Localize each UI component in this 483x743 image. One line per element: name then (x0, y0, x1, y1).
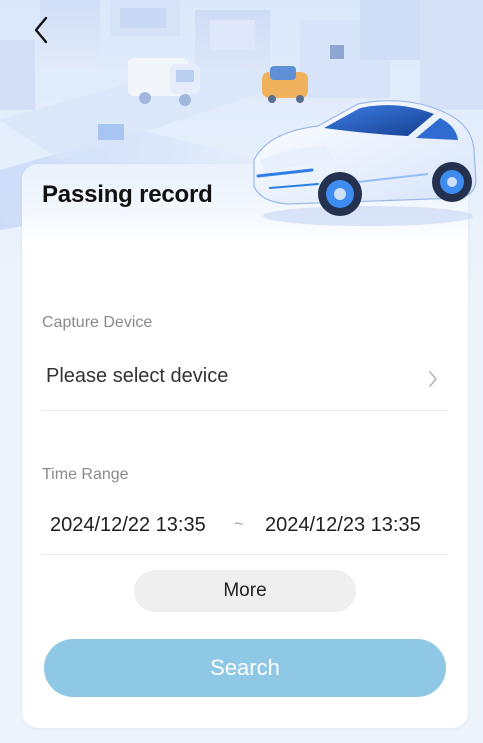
chevron-right-icon (429, 371, 437, 387)
form-card: Passing record Capture Device Please sel… (22, 164, 468, 728)
more-button[interactable]: More (134, 570, 356, 612)
time-range-end[interactable]: 2024/12/23 13:35 (265, 514, 421, 537)
time-range-label: Time Range (42, 466, 129, 483)
chevron-left-icon (34, 16, 48, 44)
capture-device-value: Please select device (46, 365, 229, 387)
capture-device-label: Capture Device (42, 314, 153, 331)
passing-record-screen: Passing record Capture Device Please sel… (0, 0, 483, 743)
capture-device-selector[interactable]: Please select device (42, 348, 448, 411)
page-title: Passing record (42, 181, 213, 208)
time-range-start[interactable]: 2024/12/22 13:35 (50, 514, 206, 537)
back-button[interactable] (28, 14, 56, 46)
time-range-row: 2024/12/22 13:35 ~ 2024/12/23 13:35 (42, 502, 448, 555)
car-illustration (253, 100, 477, 226)
search-button[interactable]: Search (44, 639, 446, 697)
time-range-separator: ~ (234, 516, 244, 533)
